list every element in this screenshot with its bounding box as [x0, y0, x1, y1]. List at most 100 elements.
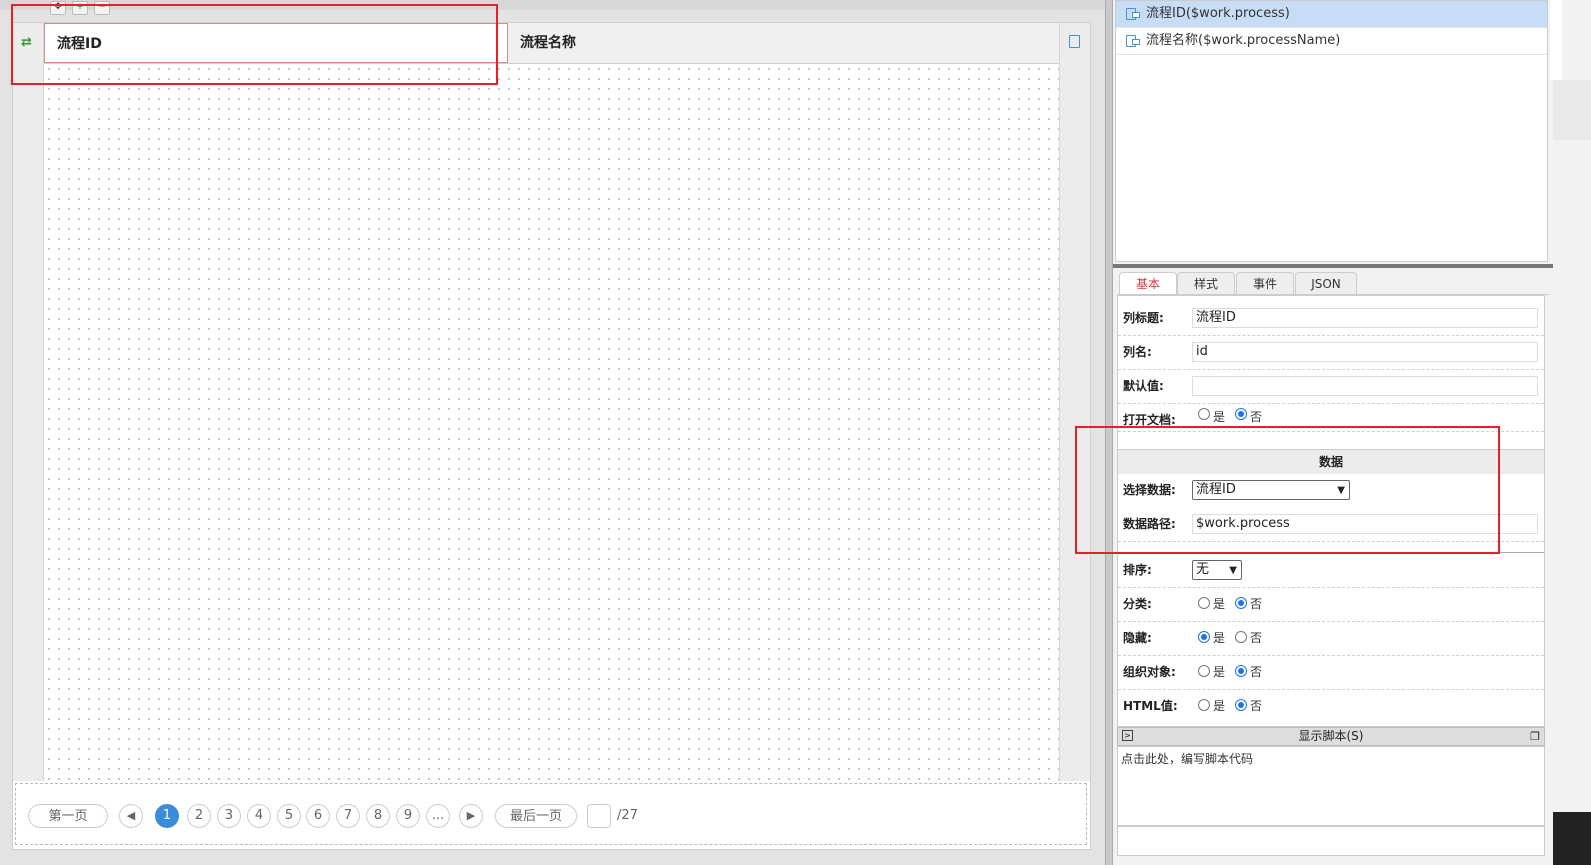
right-gutter [1059, 23, 1090, 781]
restore-icon[interactable]: ❐ [1530, 728, 1540, 745]
category-no-radio[interactable] [1235, 597, 1247, 609]
add-icon[interactable]: + [72, 1, 88, 15]
page-button[interactable]: 6 [306, 804, 330, 828]
org-no-radio[interactable] [1235, 665, 1247, 677]
column-header-process-name[interactable]: 流程名称 [508, 23, 1059, 63]
field-list-item[interactable]: 流程名称($work.processName) [1116, 28, 1547, 55]
prop-label: 排序: [1123, 563, 1152, 577]
open-doc-yes-radio[interactable] [1198, 408, 1210, 420]
properties-pane: 流程ID($work.process) 流程名称($work.processNa… [1113, 0, 1591, 865]
radio-label: 是 [1213, 597, 1226, 611]
prop-data-path: 数据路径: $work.process [1118, 507, 1544, 542]
prop-default-value: 默认值: [1118, 369, 1544, 404]
edge-panel-dark [1553, 812, 1591, 865]
splitter[interactable] [1113, 264, 1553, 268]
page-button[interactable]: 5 [277, 804, 301, 828]
prop-label: 打开文档: [1123, 413, 1176, 427]
radio-label: 否 [1250, 597, 1263, 611]
page-button[interactable]: 8 [366, 804, 390, 828]
chevron-down-icon: ▼ [1337, 485, 1345, 496]
select-value: 无 [1196, 562, 1210, 577]
page-button[interactable]: 2 [187, 804, 211, 828]
tab-basic[interactable]: 基本 [1119, 272, 1177, 294]
prev-page-icon[interactable]: ◀ [119, 804, 143, 828]
page-button[interactable]: 4 [247, 804, 271, 828]
page-ellipsis[interactable]: ... [426, 804, 450, 828]
select-data-dropdown[interactable]: 流程ID ▼ [1192, 480, 1350, 500]
org-yes-radio[interactable] [1198, 665, 1210, 677]
prop-select-data: 选择数据: 流程ID ▼ [1118, 473, 1544, 507]
page-number-input[interactable] [587, 804, 611, 828]
html-no-radio[interactable] [1235, 699, 1247, 711]
page-button[interactable]: 3 [217, 804, 241, 828]
row-gutter: ⇄ [13, 23, 44, 781]
tab-events[interactable]: 事件 [1236, 272, 1294, 294]
script-editor[interactable]: 点击此处，编写脚本代码 [1117, 746, 1545, 826]
column-header-process-id[interactable]: 流程ID [44, 23, 508, 63]
pane-divider[interactable] [1105, 0, 1113, 865]
refresh-icon[interactable]: ⇄ [21, 35, 32, 50]
radio-label: 否 [1250, 631, 1263, 645]
remove-icon[interactable]: − [94, 1, 110, 15]
section-data-title: 数据 [1118, 449, 1544, 474]
radio-label: 否 [1250, 410, 1263, 424]
bottom-strip [1117, 826, 1545, 856]
script-placeholder: 点击此处，编写脚本代码 [1121, 752, 1254, 766]
prop-open-doc: 打开文档: 是 否 [1118, 403, 1544, 432]
prop-sort: 排序: 无 ▼ [1118, 552, 1544, 588]
data-path-input[interactable]: $work.process [1192, 514, 1538, 534]
field-list-item[interactable]: 流程ID($work.process) [1116, 1, 1547, 28]
prop-label: HTML值: [1123, 699, 1178, 713]
radio-label: 是 [1213, 631, 1226, 645]
property-tabs: 基本 样式 事件 JSON [1117, 272, 1549, 295]
column-name-input[interactable]: id [1192, 342, 1538, 362]
default-value-input[interactable] [1192, 376, 1538, 396]
chevron-down-icon: ▼ [1229, 565, 1237, 576]
view-canvas: ⇄ 流程ID 流程名称 第一页 ◀ 1 2 3 4 5 6 7 8 9 ... [12, 22, 1091, 850]
prop-label: 列标题: [1123, 311, 1164, 325]
hidden-yes-radio[interactable] [1198, 631, 1210, 643]
last-page-button[interactable]: 最后一页 [495, 804, 577, 828]
export-icon[interactable] [1069, 35, 1080, 48]
hidden-no-radio[interactable] [1235, 631, 1247, 643]
category-yes-radio[interactable] [1198, 597, 1210, 609]
script-toggle-bar[interactable]: > 显示脚本(S) ❐ [1117, 727, 1545, 746]
column-title-input[interactable]: 流程ID [1192, 308, 1538, 328]
tab-json[interactable]: JSON [1295, 272, 1357, 294]
field-icon [1126, 8, 1140, 20]
prop-label: 列名: [1123, 345, 1152, 359]
pager: 第一页 ◀ 1 2 3 4 5 6 7 8 9 ... ▶ 最后一页 /27 [15, 783, 1087, 845]
move-icon[interactable]: ✥ [50, 1, 66, 15]
next-page-icon[interactable]: ▶ [459, 804, 483, 828]
page-total: /27 [617, 808, 638, 823]
field-label: 流程ID($work.process) [1146, 6, 1290, 21]
field-list: 流程ID($work.process) 流程名称($work.processNa… [1115, 0, 1548, 262]
sort-dropdown[interactable]: 无 ▼ [1192, 560, 1242, 580]
select-value: 流程ID [1196, 482, 1236, 497]
open-doc-no-radio[interactable] [1235, 408, 1247, 420]
prop-hidden: 隐藏: 是 否 [1118, 621, 1544, 656]
prop-org-object: 组织对象: 是 否 [1118, 655, 1544, 690]
tab-style[interactable]: 样式 [1177, 272, 1235, 294]
html-yes-radio[interactable] [1198, 699, 1210, 711]
toolbar-strip: ✥ + − [0, 0, 1105, 15]
field-icon [1126, 35, 1140, 47]
designer-pane: ✥ + − ⇄ 流程ID 流程名称 第一页 ◀ 1 2 3 4 5 6 7 8 … [0, 0, 1105, 865]
prop-label: 隐藏: [1123, 631, 1152, 645]
page-button[interactable]: 1 [155, 804, 179, 828]
script-bar-label: 显示脚本(S) [1298, 729, 1364, 743]
radio-label: 是 [1213, 699, 1226, 713]
first-page-button[interactable]: 第一页 [28, 804, 108, 828]
page-button[interactable]: 9 [396, 804, 420, 828]
terminal-icon: > [1122, 730, 1133, 741]
radio-label: 是 [1213, 665, 1226, 679]
prop-column-name: 列名: id [1118, 335, 1544, 370]
grid-header: 流程ID 流程名称 [44, 23, 1059, 64]
scrollbar[interactable] [1550, 0, 1562, 80]
prop-column-title: 列标题: 流程ID [1118, 301, 1544, 336]
grid-body [44, 64, 1059, 781]
field-label: 流程名称($work.processName) [1146, 33, 1341, 48]
page-button[interactable]: 7 [336, 804, 360, 828]
prop-html-value: HTML值: 是 否 [1118, 689, 1544, 723]
prop-category: 分类: 是 否 [1118, 587, 1544, 622]
